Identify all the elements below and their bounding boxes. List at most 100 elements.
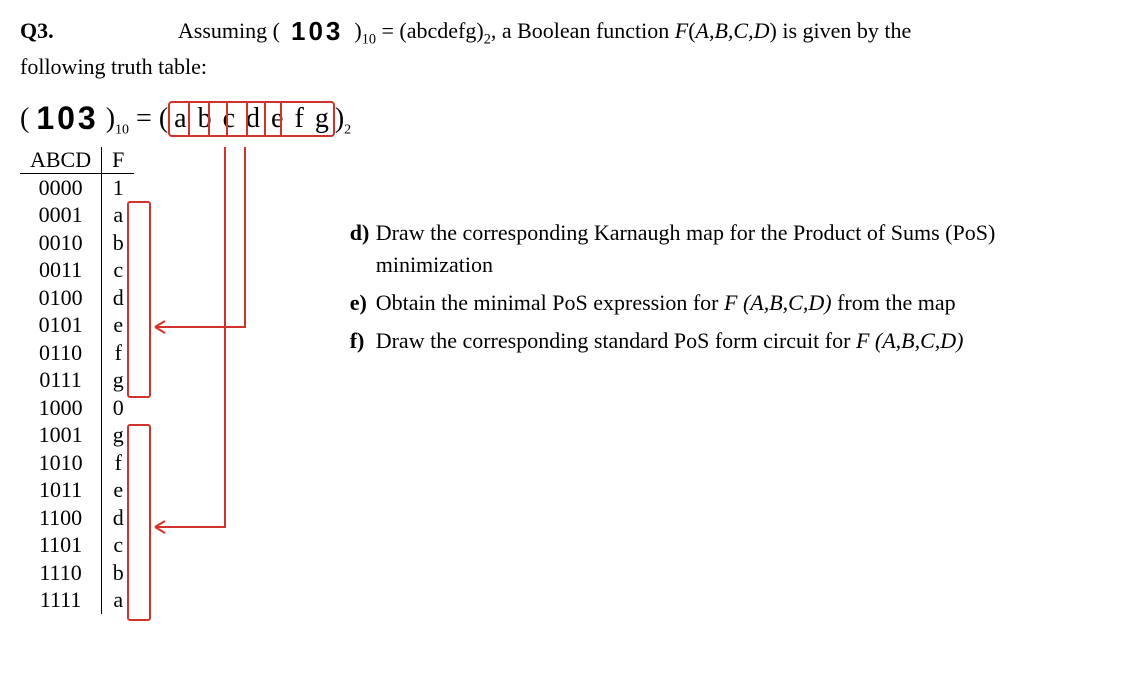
following-text: following truth table: <box>20 54 1117 80</box>
eq-abcdefg: = (abcdefg) <box>382 18 484 43</box>
text-e-a: Obtain the minimal PoS expression for <box>376 290 724 315</box>
cell-key: 0001 <box>20 201 102 229</box>
vars-ABCD: A,B,C,D <box>696 18 770 43</box>
display-equation: ( 103 )10 = ( a b c d e f g )2 <box>20 98 351 139</box>
sub-10-2: 10 <box>115 123 129 138</box>
disp-eq: = <box>136 103 159 134</box>
bullet-d: d) <box>350 217 376 281</box>
cell-val: f <box>102 339 135 367</box>
cell-key: 1000 <box>20 394 102 422</box>
cell-key: 1110 <box>20 559 102 587</box>
table-row: 0001a <box>20 201 134 229</box>
cell-val: e <box>102 476 135 504</box>
cell-key: 1001 <box>20 421 102 449</box>
cell-val: e <box>102 311 135 339</box>
cell-val: g <box>102 366 135 394</box>
question-line-1: Q3. Assuming ( 103 )10 = (abcdefg)2, a B… <box>20 14 1117 48</box>
cell-key: 1011 <box>20 476 102 504</box>
table-row: 1010f <box>20 449 134 477</box>
cell-val: g <box>102 421 135 449</box>
table-row: 1111a <box>20 586 134 614</box>
cell-val: 1 <box>102 173 135 201</box>
text-f-a: Draw the corresponding standard PoS form… <box>376 328 856 353</box>
handwritten-103: 103 <box>291 16 343 46</box>
disp-mid: ) <box>99 103 115 134</box>
item-f: f) Draw the corresponding standard PoS f… <box>350 325 1117 357</box>
table-row: 1011e <box>20 476 134 504</box>
text-e-b: from the map <box>837 290 956 315</box>
open-paren-2: ( <box>688 18 695 43</box>
table-row: 0111g <box>20 366 134 394</box>
item-e: e) Obtain the minimal PoS expression for… <box>350 287 1117 319</box>
table-row: 1101c <box>20 531 134 559</box>
digit-a: a <box>172 103 188 135</box>
F-letter: F <box>675 18 688 43</box>
bullet-f: f) <box>350 325 376 357</box>
sub-10: 10 <box>362 31 376 47</box>
cell-val: a <box>102 586 135 614</box>
digit-b: b <box>196 103 214 135</box>
sub-2-2: 2 <box>344 123 351 138</box>
table-header-ABCD: ABCD <box>20 147 102 174</box>
F-expr-e: F (A,B,C,D) <box>724 290 832 315</box>
truth-table: ABCD F 000010001a0010b0011c0100d0101e011… <box>20 147 134 614</box>
cell-key: 0101 <box>20 311 102 339</box>
table-row: 0011c <box>20 256 134 284</box>
content-row: ABCD F 000010001a0010b0011c0100d0101e011… <box>20 147 1117 614</box>
digit-c: c <box>221 103 237 135</box>
cell-key: 1111 <box>20 586 102 614</box>
page: Q3. Assuming ( 103 )10 = (abcdefg)2, a B… <box>0 0 1137 624</box>
item-d: d) Draw the corresponding Karnaugh map f… <box>350 217 1117 281</box>
text-e: Obtain the minimal PoS expression for F … <box>376 287 956 319</box>
cell-key: 1101 <box>20 531 102 559</box>
digit-e: e <box>269 103 285 135</box>
handwritten-103-2: 103 <box>36 100 98 136</box>
question-list: d) Draw the corresponding Karnaugh map f… <box>350 217 1117 363</box>
cell-key: 0000 <box>20 173 102 201</box>
close-paren-2: ) is given by the <box>770 18 912 43</box>
sub-2: 2 <box>484 31 491 47</box>
table-area: ABCD F 000010001a0010b0011c0100d0101e011… <box>20 147 220 614</box>
table-row: 10000 <box>20 394 134 422</box>
table-row: 0101e <box>20 311 134 339</box>
table-row: 00001 <box>20 173 134 201</box>
text-f: Draw the corresponding standard PoS form… <box>376 325 964 357</box>
table-row: 1001g <box>20 421 134 449</box>
text-d: Draw the corresponding Karnaugh map for … <box>376 217 1117 281</box>
text-assuming: Assuming <box>178 18 273 43</box>
cell-key: 1010 <box>20 449 102 477</box>
F-expr-f: F (A,B,C,D) <box>856 328 964 353</box>
cell-key: 0010 <box>20 229 102 257</box>
close-paren: ) <box>349 18 362 43</box>
cell-val: a <box>102 201 135 229</box>
cell-val: d <box>102 504 135 532</box>
open-paren: ( <box>273 18 286 43</box>
cell-key: 1100 <box>20 504 102 532</box>
cell-val: b <box>102 229 135 257</box>
table-row: 1110b <box>20 559 134 587</box>
open-paren-boxed: ( <box>159 103 168 134</box>
table-row: 0110f <box>20 339 134 367</box>
digit-g: g <box>313 103 331 135</box>
cell-val: c <box>102 256 135 284</box>
q3-label: Q3. <box>20 18 54 43</box>
cell-val: f <box>102 449 135 477</box>
cell-val: b <box>102 559 135 587</box>
close-paren-boxed: ) <box>335 103 344 134</box>
bullet-e: e) <box>350 287 376 319</box>
cell-val: c <box>102 531 135 559</box>
cell-val: d <box>102 284 135 312</box>
table-row: 0010b <box>20 229 134 257</box>
cell-key: 0011 <box>20 256 102 284</box>
cell-key: 0111 <box>20 366 102 394</box>
boxed-digits: a b c d e f g <box>168 101 335 137</box>
table-header-F: F <box>102 147 135 174</box>
comma-text: , a Boolean function <box>491 18 675 43</box>
table-row: 0100d <box>20 284 134 312</box>
cell-key: 0100 <box>20 284 102 312</box>
cell-key: 0110 <box>20 339 102 367</box>
digit-f: f <box>292 103 305 135</box>
cell-val: 0 <box>102 394 135 422</box>
disp-open: ( <box>20 103 36 134</box>
table-row: 1100d <box>20 504 134 532</box>
